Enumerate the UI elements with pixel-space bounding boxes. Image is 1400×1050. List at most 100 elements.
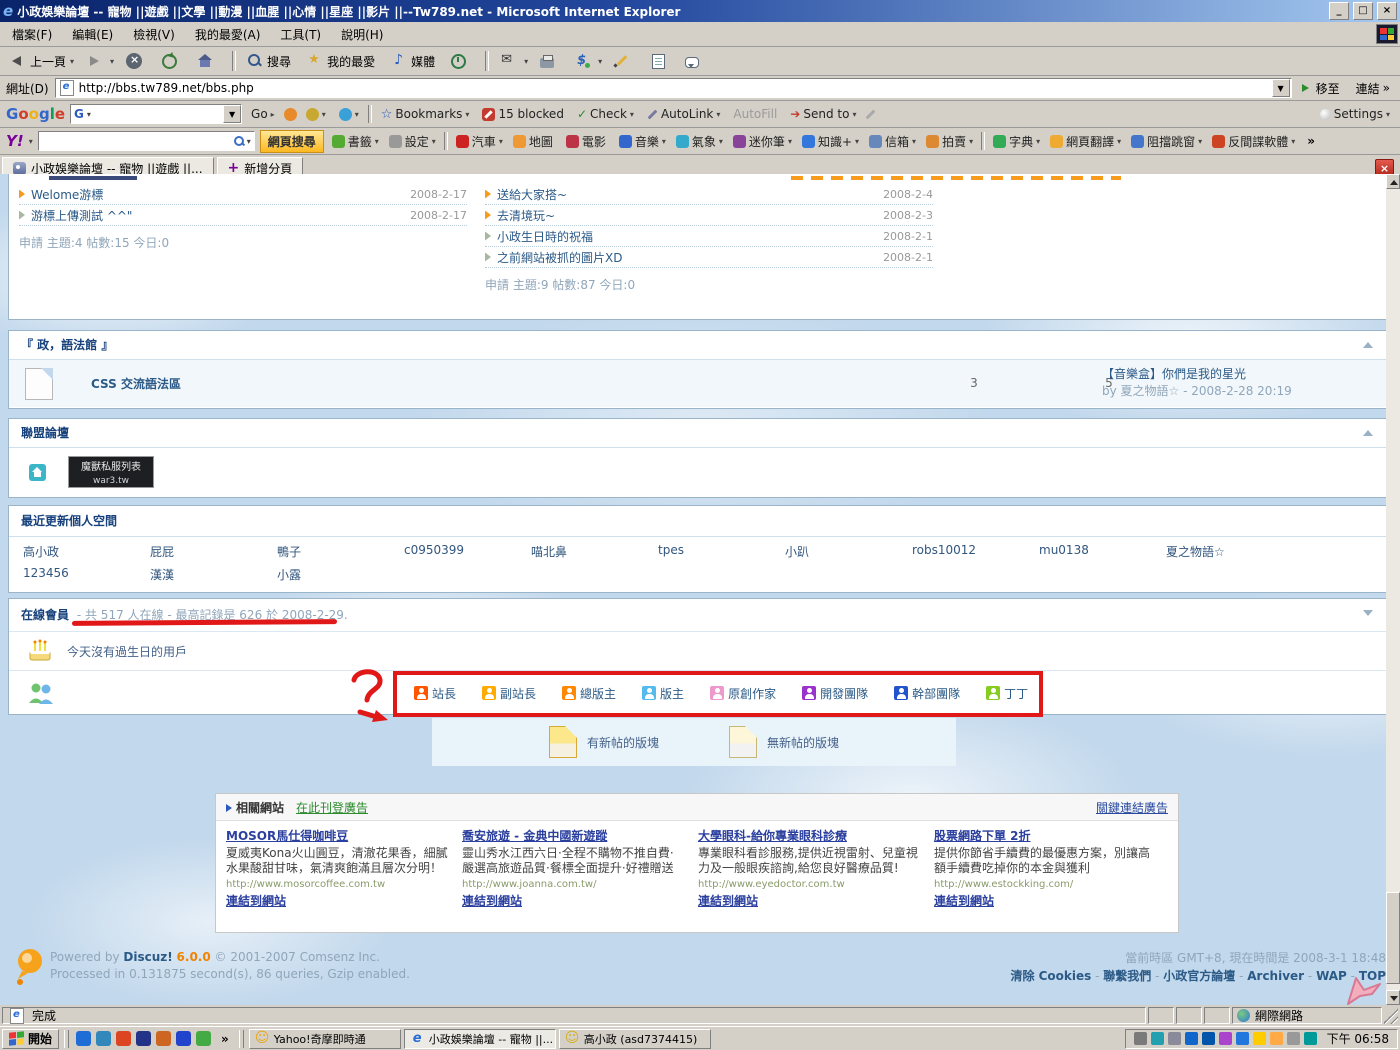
toolbar-button[interactable] [120, 50, 156, 72]
ad-visit-link[interactable]: 連結到網站 [462, 894, 522, 908]
yahoo-toolbar-button[interactable]: 設定▾ [386, 131, 439, 152]
toolbar-button[interactable] [679, 52, 713, 71]
close-button[interactable]: × [1377, 2, 1397, 20]
scroll-down-button[interactable] [1386, 990, 1400, 1005]
app-a-icon[interactable] [1185, 1032, 1198, 1045]
highlighter-icon[interactable] [866, 109, 876, 119]
start-button[interactable]: 開始 [2, 1029, 59, 1049]
collapse-icon[interactable] [1363, 430, 1373, 436]
footer-link[interactable]: 小政官方論壇 [1163, 969, 1235, 983]
scroll-thumb[interactable] [1386, 892, 1400, 984]
toolbar-button[interactable]: 媒體 [385, 50, 445, 73]
menu-item[interactable]: 檢視(V) [123, 23, 185, 46]
ad-title-link[interactable]: 股票網路下單 2折 [934, 827, 1156, 844]
topic-link[interactable]: 送給大家搭~ [497, 186, 877, 203]
menu-item[interactable]: 工具(T) [270, 23, 331, 46]
yahoo-toolbar-button[interactable]: 拍賣▾ [923, 131, 976, 152]
ad-title-link[interactable]: 喬安旅遊 - 金典中國新遊蹤 [462, 827, 684, 844]
go-button[interactable]: 移至 [1296, 79, 1346, 98]
yahoo-search-input[interactable] [39, 133, 233, 149]
topic-link[interactable]: 游標上傳測試 ^^" [31, 207, 404, 224]
smiley-tray-icon[interactable] [1253, 1032, 1266, 1045]
minimize-button[interactable]: _ [1329, 2, 1349, 20]
forum-link[interactable]: CSS 交流語法區 [91, 375, 181, 392]
space-link[interactable]: mu0138 [1039, 543, 1166, 560]
spellcheck-button[interactable]: ✓Check▾ [573, 105, 638, 123]
toolbar-button[interactable] [191, 50, 227, 72]
yahoo-overflow-button[interactable]: » [1303, 134, 1319, 148]
news-icon[interactable] [284, 108, 297, 121]
ime-icon[interactable] [1304, 1032, 1317, 1045]
yahoo-toolbar-button[interactable]: 汽車▾ [453, 131, 506, 152]
yahoo-toolbar-button[interactable]: 書籤▾ [329, 131, 382, 152]
toolbar-button[interactable]: 搜尋 [241, 50, 301, 73]
purple-app-icon[interactable] [1219, 1032, 1232, 1045]
yahoo-toolbar-button[interactable]: 電影 [563, 131, 612, 152]
keyword-ads-link[interactable]: 關鍵連結廣告 [1096, 799, 1168, 816]
blogger-button[interactable]: ▾ [335, 106, 363, 123]
autolink-button[interactable]: AutoLink▾ [643, 105, 724, 123]
space-link[interactable]: 小趴 [785, 543, 912, 560]
yahoo-toolbar-button[interactable]: 氣象▾ [673, 131, 726, 152]
topic-link[interactable]: 小政生日時的祝福 [497, 228, 877, 245]
ad-title-link[interactable]: 大學眼科-給你專業眼科診療 [698, 827, 920, 844]
app-7-icon[interactable] [196, 1031, 211, 1046]
toolbar-button[interactable] [445, 50, 480, 72]
toolbar-button[interactable]: ▾ [568, 50, 608, 72]
media-player-icon[interactable] [1151, 1032, 1164, 1045]
taskbar-handle[interactable] [239, 1030, 244, 1048]
volume-icon[interactable] [1134, 1032, 1147, 1045]
space-link[interactable]: c0950399 [404, 543, 531, 560]
toolbar-button[interactable] [644, 50, 679, 72]
toolbar-button[interactable] [608, 50, 644, 72]
yahoo-toolbar-button[interactable]: 反間諜軟體▾ [1209, 131, 1298, 152]
address-input[interactable] [77, 80, 1272, 96]
yahoo-toolbar-button[interactable]: 迷你筆▾ [730, 131, 795, 152]
autofill-button[interactable]: AutoFill [729, 105, 781, 123]
yahoo-toolbar-button[interactable]: 地圖 [510, 131, 559, 152]
bookmarks-button[interactable]: ☆Bookmarks▾ [377, 105, 474, 124]
collapse-icon[interactable] [1363, 342, 1373, 348]
collapse-icon[interactable] [1363, 610, 1373, 616]
space-link[interactable]: 高小政 [23, 543, 150, 560]
topic-link[interactable]: Welome游標 [31, 186, 404, 203]
yahoo-toolbar-button[interactable]: 音樂▾ [616, 131, 669, 152]
space-link[interactable]: 漢漢 [150, 566, 277, 583]
space-link[interactable]: 屁屁 [150, 543, 277, 560]
space-link[interactable]: 123456 [23, 566, 150, 583]
space-link[interactable]: 夏之物語☆ [1166, 543, 1293, 560]
space-link[interactable]: 鴨子 [277, 543, 404, 560]
toolbar-button[interactable] [156, 50, 191, 72]
links-button[interactable]: 連結 » [1350, 79, 1396, 98]
topic-link[interactable]: 之前網站被抓的圖片XD [497, 249, 877, 266]
mail-tray-icon[interactable] [1270, 1032, 1283, 1045]
ad-visit-link[interactable]: 連結到網站 [698, 894, 758, 908]
task-button[interactable]: Yahoo!奇摩即時通 [249, 1029, 401, 1049]
maximize-button[interactable]: □ [1353, 2, 1373, 20]
address-dropdown-icon[interactable]: ▼ [1272, 79, 1290, 97]
yahoo-toolbar-button[interactable]: 知識+▾ [799, 131, 862, 152]
ad-visit-link[interactable]: 連結到網站 [226, 894, 286, 908]
yahoo-toolbar-button[interactable]: 信箱▾ [866, 131, 919, 152]
send-to-button[interactable]: ➔Send to▾ [786, 105, 860, 123]
task-button[interactable]: 小政娛樂論壇 -- 寵物 ||... [404, 1029, 556, 1049]
google-settings-button[interactable]: Settings▾ [1316, 105, 1394, 123]
app-6-icon[interactable] [176, 1031, 191, 1046]
topic-link[interactable]: 去清境玩~ [497, 207, 877, 224]
footer-link[interactable]: 清除 Cookies [1010, 969, 1091, 983]
resize-grip[interactable] [1384, 1007, 1398, 1024]
google-search-dropdown-icon[interactable]: ▼ [223, 105, 241, 123]
menu-item[interactable]: 說明(H) [331, 23, 393, 46]
footer-link[interactable]: 聯繫我們 [1103, 969, 1151, 983]
google-go-button[interactable]: Go▸ [247, 105, 279, 123]
pen-tray-icon[interactable] [1287, 1032, 1300, 1045]
network-icon[interactable] [1168, 1032, 1181, 1045]
space-link[interactable]: 喵北鼻 [531, 543, 658, 560]
internet-explorer-icon[interactable] [76, 1031, 91, 1046]
app-3-icon[interactable] [116, 1031, 131, 1046]
yahoo-toolbar-button[interactable]: 字典▾ [990, 131, 1043, 152]
taskbar-handle[interactable] [64, 1030, 69, 1048]
space-link[interactable]: tpes [658, 543, 785, 560]
space-link[interactable]: 小露 [277, 566, 404, 583]
toolbar-button[interactable]: 我的最愛 [301, 50, 385, 73]
